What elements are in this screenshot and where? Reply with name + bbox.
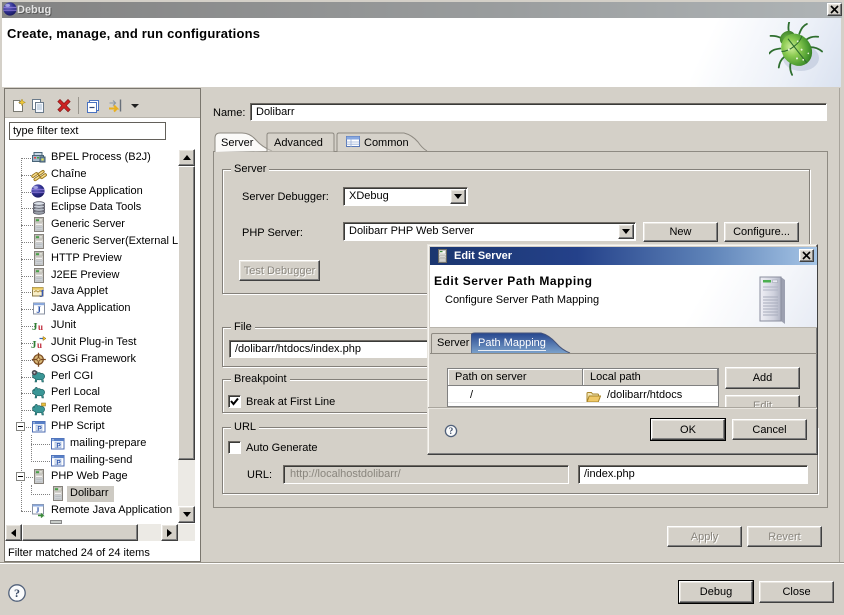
svg-text:J: J (36, 506, 40, 515)
svg-text:P: P (56, 459, 61, 466)
svg-text:u: u (38, 322, 43, 332)
svg-text:J: J (36, 305, 41, 315)
svg-text:P: P (37, 425, 42, 432)
svg-text:P: P (56, 442, 61, 449)
svg-text:J: J (39, 289, 44, 300)
svg-text:?: ? (14, 586, 20, 600)
svg-text:?: ? (449, 426, 454, 436)
svg-text:u: u (37, 340, 42, 350)
